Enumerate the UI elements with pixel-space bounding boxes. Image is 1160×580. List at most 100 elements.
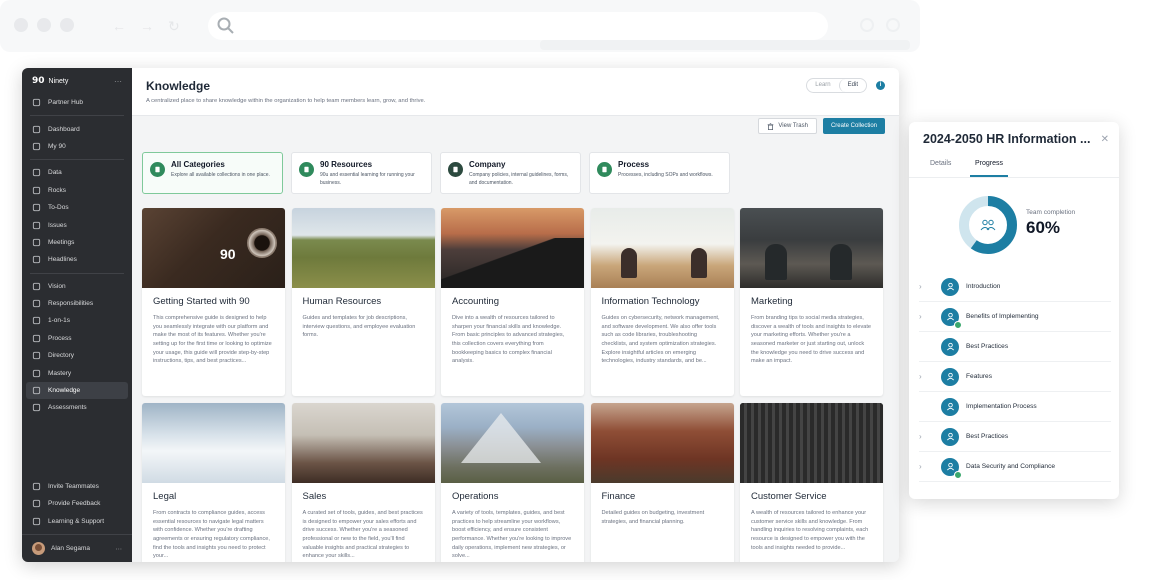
sidebar-item-rocks[interactable]: Rocks xyxy=(22,182,132,199)
sidebar-item-1-on-1s[interactable]: 1-on-1s xyxy=(22,312,132,329)
trash-icon xyxy=(768,122,774,130)
sidebar-item-assessments[interactable]: Assessments xyxy=(22,399,132,416)
ninety-logo-icon: 90 xyxy=(220,246,236,262)
close-icon[interactable]: ✕ xyxy=(1101,134,1109,145)
collection-cover-image xyxy=(740,403,883,483)
collection-title: Accounting xyxy=(452,296,500,307)
document-icon xyxy=(299,162,314,177)
sidebar-item-mastery[interactable]: Mastery xyxy=(22,364,132,381)
directory-icon xyxy=(32,351,41,360)
category-card[interactable]: All Categories Explore all available coll… xyxy=(142,152,283,194)
collection-card[interactable]: Finance Detailed guides on budgeting, inv… xyxy=(590,403,734,562)
collection-title: Legal xyxy=(153,491,177,502)
progress-list: › Introduction › Benefits of Implementing Be… xyxy=(919,272,1111,482)
collection-card[interactable]: Marketing From branding tips to social me… xyxy=(740,208,883,396)
progress-item[interactable]: › Best Practices xyxy=(919,422,1111,452)
collection-title: Customer Service xyxy=(751,491,827,502)
progress-item[interactable]: › Benefits of Implementing xyxy=(919,302,1111,332)
sidebar-item-dashboard[interactable]: Dashboard xyxy=(22,120,132,137)
progress-panel: 2024-2050 HR Information ... ✕ Details P… xyxy=(909,122,1119,499)
sidebar-item-to-dos[interactable]: To-Dos xyxy=(22,199,132,216)
panel-tabs: Details Progress xyxy=(909,158,1119,178)
coffee-cup-photo xyxy=(247,228,277,258)
brand-name: Ninety xyxy=(48,77,69,85)
checkbox-icon xyxy=(32,203,41,212)
sidebar-item-responsibilities[interactable]: Responsibilities xyxy=(22,295,132,312)
grid-icon xyxy=(32,125,41,134)
progress-item[interactable]: › Introduction xyxy=(919,272,1111,302)
address-bar[interactable] xyxy=(208,12,828,40)
collection-cover-image xyxy=(142,403,285,483)
tab-progress[interactable]: Progress xyxy=(969,160,1009,177)
collection-card[interactable]: Sales A curated set of tools, guides, and… xyxy=(291,403,435,562)
sidebar-item-label: Headlines xyxy=(48,256,77,264)
sidebar-item-partner-hub[interactable]: Partner Hub xyxy=(22,94,132,111)
collection-card[interactable]: Information Technology Guides on cybersec… xyxy=(590,208,734,396)
mastery-icon xyxy=(32,369,41,378)
chevron-right-icon[interactable]: › xyxy=(919,372,931,381)
collection-card[interactable]: Operations A variety of tools, templates,… xyxy=(441,403,584,562)
user-circle-icon xyxy=(941,397,959,416)
category-card[interactable]: 90 Resources 90u and essential learning f… xyxy=(291,152,432,194)
progress-item[interactable]: › Features xyxy=(919,362,1111,392)
sidebar-item-label: Partner Hub xyxy=(48,99,84,107)
more-icon[interactable]: ⋯ xyxy=(114,77,122,86)
collection-cover-image xyxy=(441,208,584,288)
progress-item[interactable]: › Data Security and Compliance xyxy=(919,452,1111,482)
progress-item[interactable]: Implementation Process xyxy=(919,392,1111,422)
tab-details[interactable]: Details xyxy=(930,160,951,167)
feedback-icon xyxy=(32,499,41,508)
sidebar-item-headlines[interactable]: Headlines xyxy=(22,251,132,268)
user-menu[interactable]: Alan Segama ⋯ xyxy=(22,534,132,562)
sidebar-item-my-90[interactable]: My 90 xyxy=(22,138,132,155)
collection-title: Finance xyxy=(601,491,636,502)
sidebar-item-label: To-Dos xyxy=(48,204,69,212)
collection-card[interactable]: Accounting Dive into a wealth of resource… xyxy=(441,208,584,396)
sidebar-item-label: Data xyxy=(48,169,62,177)
category-card[interactable]: Process Processes, including SOPs and wor… xyxy=(589,152,730,194)
sidebar-item-vision[interactable]: Vision xyxy=(22,278,132,295)
sidebar-divider xyxy=(30,159,124,161)
collection-description: Guides on cybersecurity, network managem… xyxy=(601,315,720,365)
category-card[interactable]: Company Company policies, internal guidel… xyxy=(440,152,581,194)
sidebar-item-knowledge[interactable]: Knowledge xyxy=(26,381,128,400)
collection-title: Sales xyxy=(302,491,327,502)
collection-card[interactable]: Legal From contracts to compliance guides… xyxy=(142,403,285,562)
progress-item[interactable]: Best Practices xyxy=(919,332,1111,362)
chevron-right-icon[interactable]: › xyxy=(919,282,931,291)
browser-nav: ← → ↻ xyxy=(112,18,180,34)
check-badge-icon xyxy=(954,320,962,329)
create-collection-button[interactable]: Create Collection xyxy=(822,118,885,134)
view-trash-button[interactable]: View Trash xyxy=(758,118,817,134)
sidebar-item-process[interactable]: Process xyxy=(22,330,132,347)
info-icon[interactable]: i xyxy=(876,81,885,90)
more-icon[interactable]: ⋯ xyxy=(116,545,123,553)
help-icon xyxy=(32,517,41,526)
sidebar-item-label: My 90 xyxy=(48,142,66,150)
sidebar-item-directory[interactable]: Directory xyxy=(22,347,132,364)
sidebar-item-meetings[interactable]: Meetings xyxy=(22,234,132,251)
sidebar-item-learning-support[interactable]: Learning & Support xyxy=(22,513,132,530)
collection-description: From branding tips to social media strat… xyxy=(751,315,872,365)
sidebar-item-data[interactable]: Data xyxy=(22,164,132,181)
check-badge-icon xyxy=(954,470,962,479)
collection-grid: 90 Getting Started with 90 This comprehens… xyxy=(142,208,883,562)
person-photo xyxy=(765,244,787,280)
collection-card[interactable]: Human Resources Guides and templates for … xyxy=(291,208,435,396)
chevron-right-icon[interactable]: › xyxy=(919,432,931,441)
team-icon xyxy=(972,209,1004,241)
collection-card[interactable]: 90 Getting Started with 90 This comprehens… xyxy=(142,208,285,396)
sidebar-item-invite-teammates[interactable]: Invite Teammates xyxy=(22,478,132,495)
sidebar-item-provide-feedback[interactable]: Provide Feedback xyxy=(22,495,132,512)
progress-item-label: Introduction xyxy=(966,283,1001,290)
meeting-icon xyxy=(32,238,41,247)
learn-toggle[interactable]: Learn xyxy=(807,79,838,92)
browser-bookmarks-bar xyxy=(540,40,910,50)
sidebar: 90 Ninety ⋯ Partner Hub Dashboard My 90 D… xyxy=(22,68,132,562)
sidebar-item-issues[interactable]: Issues xyxy=(22,216,132,233)
collection-card[interactable]: Customer Service A wealth of resources ta… xyxy=(740,403,883,562)
chevron-right-icon[interactable]: › xyxy=(919,462,931,471)
chevron-right-icon[interactable]: › xyxy=(919,312,931,321)
sidebar-brand[interactable]: 90 Ninety ⋯ xyxy=(22,68,132,94)
edit-toggle[interactable]: Edit xyxy=(838,79,866,92)
